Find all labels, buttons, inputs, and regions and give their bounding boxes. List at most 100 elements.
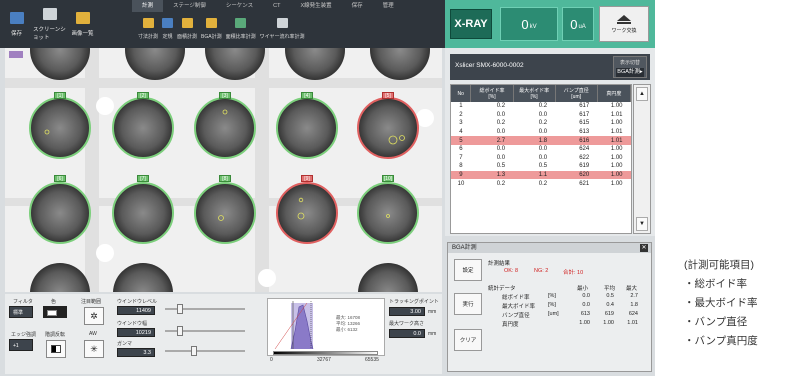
stats-unit: [um] [548,311,559,317]
display-switch-select[interactable]: BGA計測▸ [616,68,644,77]
tracking-value[interactable]: 3.00 [389,307,425,316]
invert-label: 階調反転 [45,332,66,338]
table-row[interactable]: 6 0.0 0.0 624 1.00 [451,145,631,154]
table-cell: 617 [579,111,590,118]
bga-icon [205,18,217,28]
gamma-value[interactable]: 3.3 [117,348,155,357]
gamma-slider[interactable] [191,346,197,356]
clear-button[interactable]: クリア [454,329,482,351]
invert-icon [51,345,61,353]
screenshot-button[interactable]: スクリーンショット [33,0,66,48]
stats-unit: [%] [548,293,556,299]
table-cell: 1.00 [610,154,623,161]
edge-select[interactable]: +1 [9,339,33,351]
measurable-items-note: (計測可能項目) ・総ボイド率 ・最大ボイド率 ・バンプ直径 ・バンプ真円度 [684,256,800,351]
table-row[interactable]: 7 0.0 0.0 622 1.00 [451,154,631,163]
histogram-plot [274,301,314,349]
table-cell: 1.00 [597,170,631,180]
stats-max: 1.01 [627,320,638,326]
stats-min: 613 [580,311,590,317]
tab-xray-generator[interactable]: X線発生装置 [290,0,341,12]
window-level-slider[interactable] [177,304,183,314]
table-cell: 1.01 [610,129,623,136]
ruler-icon [162,18,174,28]
bga-label: BGA計測 [201,34,222,40]
table-cell: 1.00 [610,163,623,170]
bump-label-1: [1] [54,92,66,99]
table-cell: 10 [457,180,465,187]
bump-label-2: [2] [137,92,149,99]
auto-button[interactable]: ✳ [84,340,104,358]
tab-sequence[interactable]: シーケンス [216,0,263,12]
stats-avg: 0.5 [606,293,614,299]
table-row[interactable]: 1 0.2 0.2 617 1.00 [451,102,631,111]
bga-tool-button[interactable]: BGA計測 [201,16,222,46]
execute-button[interactable]: 実行 [454,293,482,315]
table-cell: 0.0 [496,129,506,136]
tab-ct[interactable]: CT [263,0,290,12]
ruler-tool-button[interactable]: 定規 [162,16,174,46]
table-row[interactable]: 8 0.5 0.5 619 1.00 [451,162,631,171]
table-row[interactable]: 4 0.0 0.0 613 1.01 [451,128,631,137]
settings-button[interactable]: 設定 [454,259,482,281]
scroll-down-button[interactable]: ▼ [636,217,648,231]
window-level-value[interactable]: 11409 [117,306,155,315]
tab-save[interactable]: 保存 [342,0,373,12]
table-row[interactable]: 2 0.0 0.0 617 1.01 [451,111,631,120]
noise-button[interactable]: ✲ [84,307,104,325]
table-cell: 1.1 [513,170,556,180]
table-cell: 622 [579,154,590,161]
tab-measure[interactable]: 計測 [132,0,164,12]
noise-label: 注目範囲 [81,299,102,305]
bump-label-8: [8] [219,175,231,182]
max-work-label: 最大ワーク高さ [389,321,425,327]
tab-stage[interactable]: ステージ制御 [163,0,216,12]
save-button[interactable]: 保存 [0,0,33,48]
table-row[interactable]: 5 2.7 1.8 616 1.01 [451,136,631,145]
gamma-track[interactable] [165,350,245,352]
max-work-value[interactable]: 0.0 [389,329,425,338]
area-ratio-tool-button[interactable]: 面積比率計測 [226,16,256,46]
table-cell: 8 [459,163,463,170]
stats-max: 2.7 [630,293,638,299]
stats-avg: 1.00 [603,320,614,326]
results-table: No 総ボイド率 [%] 最大ボイド率 [%] バンプ直径 [um] 真円度 1 0.2… [450,84,632,234]
table-row[interactable]: 9 1.3 1.1 620 1.00 [451,170,631,180]
work-swap-button[interactable]: ワーク交換 [599,6,649,42]
invert-button[interactable] [46,340,66,358]
color-select[interactable] [43,306,67,318]
table-cell: 9 [451,170,471,180]
scroll-up-button[interactable]: ▲ [636,87,648,101]
table-cell: 5 [451,136,471,145]
color-swatch [47,309,57,316]
histogram-max-tick: 65535 [365,357,379,363]
xray-image-viewer[interactable]: [1] [2] [3] [4] [5] [6] [7] [8] [9] [10] [5,48,442,292]
tab-admin[interactable]: 管理 [373,0,404,12]
table-cell: 0.0 [496,154,506,161]
inspection-app: 保存 スクリーンショット 画像一覧 計測 ステージ制御 シーケンス CT X線発… [0,0,655,376]
table-cell: 613 [579,129,590,136]
edge-label: エッジ強調 [11,332,37,338]
image-list-button[interactable]: 画像一覧 [66,0,99,48]
stats-name: 真円度 [502,322,519,328]
table-row[interactable]: 10 0.2 0.2 621 1.00 [451,179,631,188]
area-tool-button[interactable]: 面積計測 [177,16,197,46]
area-ratio-icon [235,18,247,28]
stats-unit: [%] [548,302,556,308]
results-scrollbar[interactable]: ▲ ▼ [633,84,651,234]
window-width-value[interactable]: 10219 [117,328,155,337]
note-title: (計測可能項目) [684,259,754,271]
table-cell: 0.2 [538,120,548,127]
save-icon [9,11,24,24]
bump-label-4: [4] [301,92,313,99]
table-cell: 0.2 [496,120,506,127]
dimension-tool-button[interactable]: 寸法計測 [138,16,158,46]
filter-label: フィルタ [13,299,33,305]
window-width-slider[interactable] [177,326,183,336]
wire-sweep-tool-button[interactable]: ワイヤー流れ率計測 [260,16,304,46]
filter-select[interactable]: 標準 [9,306,33,318]
sparkle-icon: ✲ [90,311,98,321]
table-row[interactable]: 3 0.2 0.2 615 1.00 [451,119,631,128]
xray-button[interactable]: X-RAY [450,9,492,39]
close-icon[interactable]: ✕ [640,244,648,252]
